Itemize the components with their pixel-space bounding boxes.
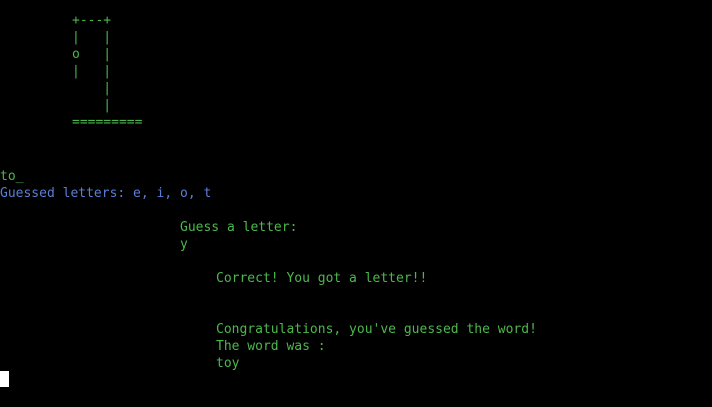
gallows-top: +---+ [72,13,112,28]
gallows-base: ========= [72,115,143,130]
gallows-post-lower: | [72,98,112,113]
word-progress: to_ [0,169,24,184]
hangman-head: o | [72,47,112,62]
guessed-letters: Guessed letters: e, i, o, t [0,186,212,201]
guess-prompt: Guess a letter: [180,220,298,235]
guess-input-echo: y [180,237,188,252]
revealed-word: toy [216,356,240,371]
hangman-body: | | [72,64,112,79]
congratulations-message: Congratulations, you've guessed the word… [216,322,537,337]
terminal-window[interactable]: +---+ | | o | | | | | ========= to_ Gues… [0,0,712,407]
word-reveal-label: The word was : [216,339,326,354]
gallows-post: | [72,81,112,96]
terminal-cursor[interactable] [0,371,9,387]
hangman-ascii-art: +---+ | | o | | | | | ========= [72,12,142,131]
gallows-rope: | | [72,30,112,45]
feedback-message: Correct! You got a letter!! [216,271,428,286]
